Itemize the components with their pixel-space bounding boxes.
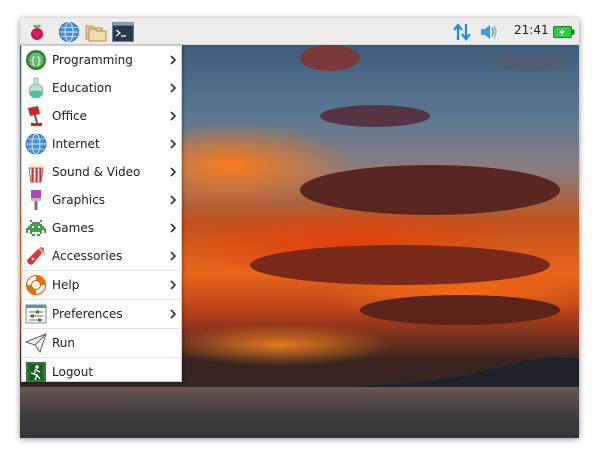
menu-item-label: Programming	[52, 53, 133, 67]
chevron-right-icon	[170, 139, 177, 149]
taskbar: 21:41	[20, 18, 579, 45]
chevron-right-icon	[170, 251, 177, 261]
popcorn-icon	[28, 162, 44, 183]
menu-item-graphics[interactable]: Graphics	[22, 186, 181, 214]
menu-item-help[interactable]: Help	[22, 271, 181, 299]
volume-button[interactable]	[477, 20, 500, 43]
preferences-icon	[25, 304, 47, 324]
menu-item-label: Help	[52, 278, 80, 292]
chevron-right-icon	[170, 55, 177, 65]
menu-item-label: Accessories	[52, 249, 123, 263]
network-arrows-icon	[452, 22, 471, 41]
education-flask-icon	[28, 77, 44, 99]
wallpaper-cloud	[300, 165, 560, 215]
wallpaper-cloud	[300, 45, 360, 71]
menu-item-label: Run	[52, 336, 76, 350]
menu-item-logout[interactable]: Logout	[22, 358, 181, 386]
exit-icon	[26, 362, 46, 382]
network-button[interactable]	[450, 20, 473, 43]
wallpaper-cloud	[490, 55, 570, 71]
chevron-right-icon	[170, 223, 177, 233]
wallpaper-cloud	[320, 105, 430, 127]
mountains	[320, 357, 579, 389]
file-manager-button[interactable]	[84, 20, 107, 43]
menu-item-accessories[interactable]: Accessories	[22, 242, 181, 270]
menu-item-preferences[interactable]: Preferences	[22, 300, 181, 328]
menu-item-label: Preferences	[52, 307, 123, 321]
sea	[20, 387, 579, 438]
raspberry-icon	[30, 24, 43, 40]
menu-item-label: Education	[52, 81, 112, 95]
space-invader-icon	[26, 220, 46, 236]
menu-item-internet[interactable]: Internet	[22, 130, 181, 158]
wallpaper-cloud	[250, 245, 550, 285]
web-browser-button[interactable]	[57, 20, 80, 43]
office-lamp-icon	[28, 106, 42, 126]
menu-item-label: Sound & Video	[52, 165, 141, 179]
chevron-right-icon	[170, 195, 177, 205]
clock[interactable]: 21:41	[514, 23, 549, 37]
chevron-right-icon	[170, 83, 177, 93]
menu-item-label: Logout	[52, 365, 94, 379]
menu-item-office[interactable]: Office	[22, 102, 181, 130]
raspberry-menu-button[interactable]	[25, 20, 48, 43]
web-browser-icon	[58, 21, 79, 42]
chevron-right-icon	[170, 280, 177, 290]
svg-text:{}: {}	[30, 56, 42, 67]
desktop-screen: 21:41 {} Programming Education Office In…	[20, 18, 579, 438]
chevron-right-icon	[170, 167, 177, 177]
programming-icon: {}	[26, 50, 46, 70]
menu-item-education[interactable]: Education	[22, 74, 181, 102]
speaker-icon	[480, 24, 497, 39]
battery-button[interactable]	[552, 20, 575, 43]
battery-charging-icon	[552, 25, 574, 38]
chevron-right-icon	[170, 309, 177, 319]
menu-item-programming[interactable]: {} Programming	[22, 46, 181, 74]
application-menu: {} Programming Education Office Internet…	[21, 45, 182, 382]
paintbrush-icon	[31, 190, 41, 210]
lifebuoy-icon	[26, 275, 46, 295]
terminal-button[interactable]	[111, 20, 134, 43]
menu-item-run[interactable]: Run	[22, 329, 181, 357]
wallpaper-cloud	[360, 295, 560, 325]
terminal-icon	[111, 21, 134, 42]
menu-item-games[interactable]: Games	[22, 214, 181, 242]
menu-item-label: Games	[52, 221, 94, 235]
paper-plane-icon	[25, 333, 47, 354]
chevron-right-icon	[170, 111, 177, 121]
menu-item-sound-video[interactable]: Sound & Video	[22, 158, 181, 186]
swiss-knife-icon	[27, 247, 46, 265]
menu-item-label: Internet	[52, 137, 100, 151]
menu-item-label: Graphics	[52, 193, 105, 207]
internet-globe-icon	[25, 133, 47, 155]
file-manager-icon	[85, 25, 106, 41]
menu-item-label: Office	[52, 109, 88, 123]
